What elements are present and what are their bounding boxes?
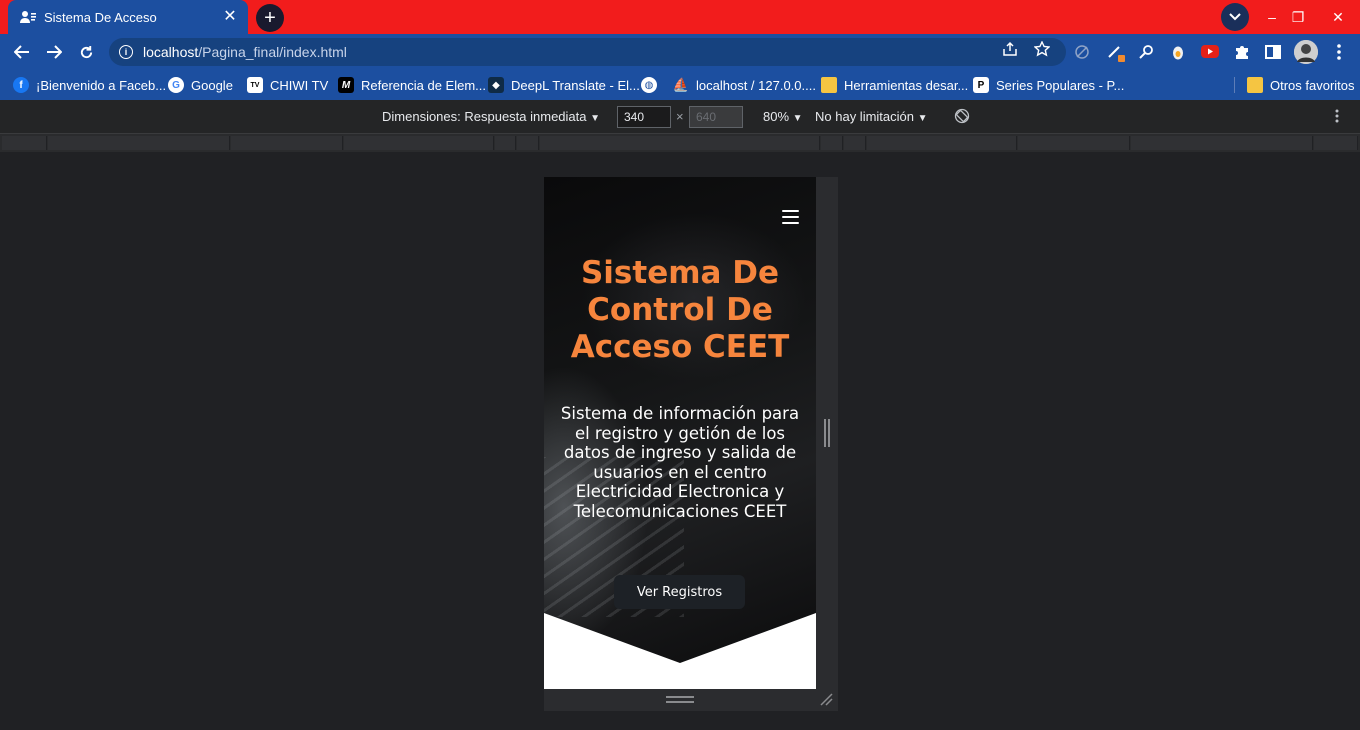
dropdown-triangle-icon: ▼ bbox=[792, 113, 803, 124]
viewport-height-input[interactable] bbox=[689, 106, 743, 128]
new-tab-button[interactable]: + bbox=[256, 4, 284, 32]
tv-icon: TV bbox=[247, 77, 263, 93]
media-query-segment[interactable] bbox=[231, 136, 343, 150]
bookmark-label: Referencia de Elem... bbox=[361, 77, 487, 93]
media-query-segment[interactable] bbox=[821, 136, 843, 150]
bookmark-google[interactable]: G Google bbox=[168, 75, 233, 95]
zoom-dropdown[interactable]: 80% ▼ bbox=[763, 109, 803, 124]
device-toolbar: Dimensiones: Respuesta inmediata ▼ × 80%… bbox=[0, 100, 1360, 134]
profile-avatar-icon[interactable] bbox=[1294, 40, 1318, 64]
facebook-icon: f bbox=[13, 77, 29, 93]
bookmarks-divider bbox=[1234, 77, 1235, 93]
extension-disabled-icon[interactable] bbox=[1072, 42, 1092, 62]
window-close-button[interactable]: ✕ bbox=[1322, 0, 1354, 34]
deepl-icon: ◆ bbox=[488, 77, 504, 93]
url-host: localhost bbox=[143, 44, 199, 60]
extensions-puzzle-icon[interactable] bbox=[1232, 42, 1252, 62]
bookmark-label: Google bbox=[191, 77, 233, 93]
dimensions-dropdown[interactable]: Dimensiones: Respuesta inmediata ▼ bbox=[382, 109, 600, 124]
dimensions-label: Dimensiones: Respuesta inmediata bbox=[382, 109, 587, 124]
dropdown-triangle-icon: ▼ bbox=[917, 113, 928, 124]
bookmark-series-populares[interactable]: P Series Populares - P... bbox=[973, 75, 1124, 95]
share-icon[interactable] bbox=[1001, 40, 1019, 58]
side-panel-icon[interactable] bbox=[1263, 42, 1283, 62]
tab-title: Sistema De Acceso bbox=[44, 9, 157, 25]
url-path: /Pagina_final/index.html bbox=[198, 44, 347, 60]
other-bookmarks-label: Otros favoritos bbox=[1270, 77, 1355, 93]
media-query-segment[interactable] bbox=[48, 136, 230, 150]
rotate-icon[interactable] bbox=[954, 108, 970, 127]
bookmark-star-icon[interactable] bbox=[1033, 40, 1051, 58]
device-toolbar-more-icon[interactable] bbox=[1335, 109, 1339, 126]
forward-arrow-icon[interactable] bbox=[40, 38, 68, 66]
hero-title: Sistema De Control De Acceso CEET bbox=[570, 255, 790, 365]
viewport-width-input[interactable] bbox=[617, 106, 671, 128]
times-separator: × bbox=[676, 109, 684, 124]
ver-registros-button[interactable]: Ver Registros bbox=[614, 575, 745, 609]
bookmark-label: ¡Bienvenido a Faceb... bbox=[36, 77, 167, 93]
bookmark-deepl[interactable]: ◆ DeepL Translate - El... bbox=[488, 75, 640, 95]
reload-icon[interactable] bbox=[72, 38, 100, 66]
other-bookmarks-folder[interactable]: Otros favoritos bbox=[1247, 75, 1355, 95]
egg-extension-icon[interactable] bbox=[1168, 42, 1188, 62]
media-query-segment[interactable] bbox=[1314, 136, 1358, 150]
bookmark-chiwi-tv[interactable]: TV CHIWI TV bbox=[247, 75, 328, 95]
bookmark-mdn[interactable]: M Referencia de Elem... bbox=[338, 75, 486, 95]
bookmarks-bar: f ¡Bienvenido a Faceb... G Google TV CHI… bbox=[0, 70, 1360, 100]
restore-button[interactable]: ❐ bbox=[1282, 0, 1314, 34]
media-query-segment[interactable] bbox=[540, 136, 820, 150]
zoom-label: 80% bbox=[763, 109, 790, 124]
media-query-segment[interactable] bbox=[344, 136, 494, 150]
mdn-icon: M bbox=[338, 77, 354, 93]
resize-corner-icon[interactable] bbox=[819, 692, 833, 706]
phpmyadmin-icon: ⛵ bbox=[672, 77, 690, 92]
media-query-segment[interactable] bbox=[1131, 136, 1313, 150]
youtube-extension-icon[interactable] bbox=[1200, 42, 1220, 62]
search-extension-icon[interactable] bbox=[1137, 42, 1157, 62]
media-query-segment[interactable] bbox=[844, 136, 866, 150]
hamburger-menu-icon[interactable] bbox=[782, 210, 799, 224]
globe-icon: ◍ bbox=[641, 77, 657, 93]
address-bar[interactable]: i localhost/Pagina_final/index.html bbox=[109, 38, 1066, 66]
browser-titlebar: Sistema De Acceso ✕ + – ❐ ✕ bbox=[0, 0, 1360, 34]
tab-close-icon[interactable]: ✕ bbox=[222, 9, 238, 25]
back-arrow-icon[interactable] bbox=[8, 38, 36, 66]
color-picker-extension-icon[interactable] bbox=[1106, 42, 1126, 62]
p-icon: P bbox=[973, 77, 989, 93]
emulated-viewport: Sistema De Control De Acceso CEET Sistem… bbox=[544, 177, 816, 689]
dropdown-triangle-icon: ▼ bbox=[590, 113, 601, 124]
media-query-segment[interactable] bbox=[1018, 136, 1130, 150]
browser-toolbar: i localhost/Pagina_final/index.html bbox=[0, 34, 1360, 70]
media-query-bar[interactable] bbox=[0, 134, 1360, 152]
hero-section: Sistema De Control De Acceso CEET Sistem… bbox=[544, 177, 816, 663]
bookmark-label: Series Populares - P... bbox=[996, 77, 1125, 93]
resize-handle-right[interactable] bbox=[824, 419, 830, 447]
resize-handle-bottom[interactable] bbox=[666, 696, 694, 704]
browser-menu-icon[interactable] bbox=[1329, 42, 1349, 62]
bookmark-globe[interactable]: ◍ bbox=[641, 75, 664, 95]
throttle-dropdown[interactable]: No hay limitación ▼ bbox=[815, 109, 928, 124]
bookmark-label: Herramientas desar... bbox=[844, 77, 969, 93]
bookmark-facebook[interactable]: f ¡Bienvenido a Faceb... bbox=[13, 75, 166, 95]
contacts-icon bbox=[20, 9, 36, 25]
media-query-segment[interactable] bbox=[517, 136, 539, 150]
folder-icon bbox=[1247, 77, 1263, 93]
hero-bottom-chevron-shape bbox=[544, 613, 816, 689]
browser-tab-active[interactable]: Sistema De Acceso ✕ bbox=[8, 0, 248, 34]
media-query-segment[interactable] bbox=[495, 136, 516, 150]
bookmark-label: localhost / 127.0.0.... bbox=[696, 77, 816, 93]
media-query-segment[interactable] bbox=[867, 136, 1017, 150]
throttle-label: No hay limitación bbox=[815, 109, 914, 124]
site-info-icon[interactable]: i bbox=[119, 45, 133, 59]
google-icon: G bbox=[168, 77, 184, 93]
hero-subtitle: Sistema de información para el registro … bbox=[560, 404, 800, 521]
bookmark-label: DeepL Translate - El... bbox=[511, 77, 640, 93]
folder-icon bbox=[821, 77, 837, 93]
bookmark-herramientas[interactable]: Herramientas desar... bbox=[821, 75, 968, 95]
tab-search-chevron-icon[interactable] bbox=[1221, 3, 1249, 31]
bookmark-label: CHIWI TV bbox=[270, 77, 329, 93]
media-query-segment[interactable] bbox=[2, 136, 47, 150]
bookmark-localhost[interactable]: ⛵ localhost / 127.0.0.... bbox=[673, 75, 816, 95]
